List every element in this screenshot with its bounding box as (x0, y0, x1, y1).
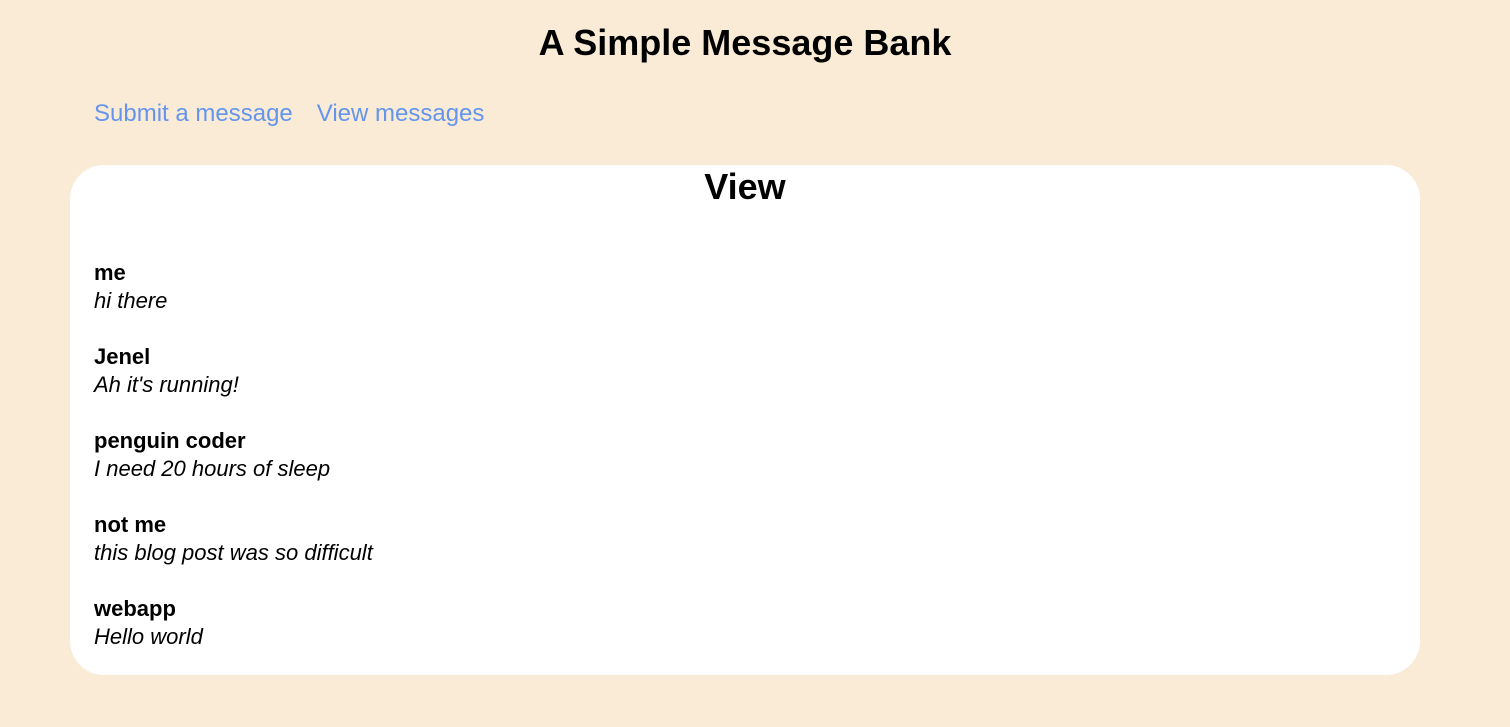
message-author: penguin coder (94, 428, 246, 453)
message-text: I need 20 hours of sleep (94, 456, 331, 481)
message-text: Ah it's running! (94, 372, 239, 397)
message-author: webapp (94, 596, 176, 621)
view-title: View (704, 166, 786, 207)
message-item: Jenel Ah it's running! (94, 343, 373, 399)
view-messages-link[interactable]: View messages (317, 100, 485, 128)
message-list: me hi there Jenel Ah it's running! pengu… (94, 259, 373, 679)
main-nav: Submit a message View messages (94, 100, 484, 128)
message-text: Hello world (94, 624, 203, 649)
message-author: Jenel (94, 344, 151, 369)
page-title: A Simple Message Bank (538, 22, 952, 63)
message-author: not me (94, 512, 167, 537)
message-item: not me this blog post was so difficult (94, 511, 373, 567)
message-item: webapp Hello world (94, 595, 373, 651)
message-text: hi there (94, 288, 168, 313)
submit-message-link[interactable]: Submit a message (94, 100, 293, 128)
message-text: this blog post was so difficult (94, 540, 373, 565)
message-author: me (94, 260, 126, 285)
message-item: me hi there (94, 259, 373, 315)
message-item: penguin coder I need 20 hours of sleep (94, 427, 373, 483)
view-panel: View me hi there Jenel Ah it's running! … (70, 165, 1420, 675)
